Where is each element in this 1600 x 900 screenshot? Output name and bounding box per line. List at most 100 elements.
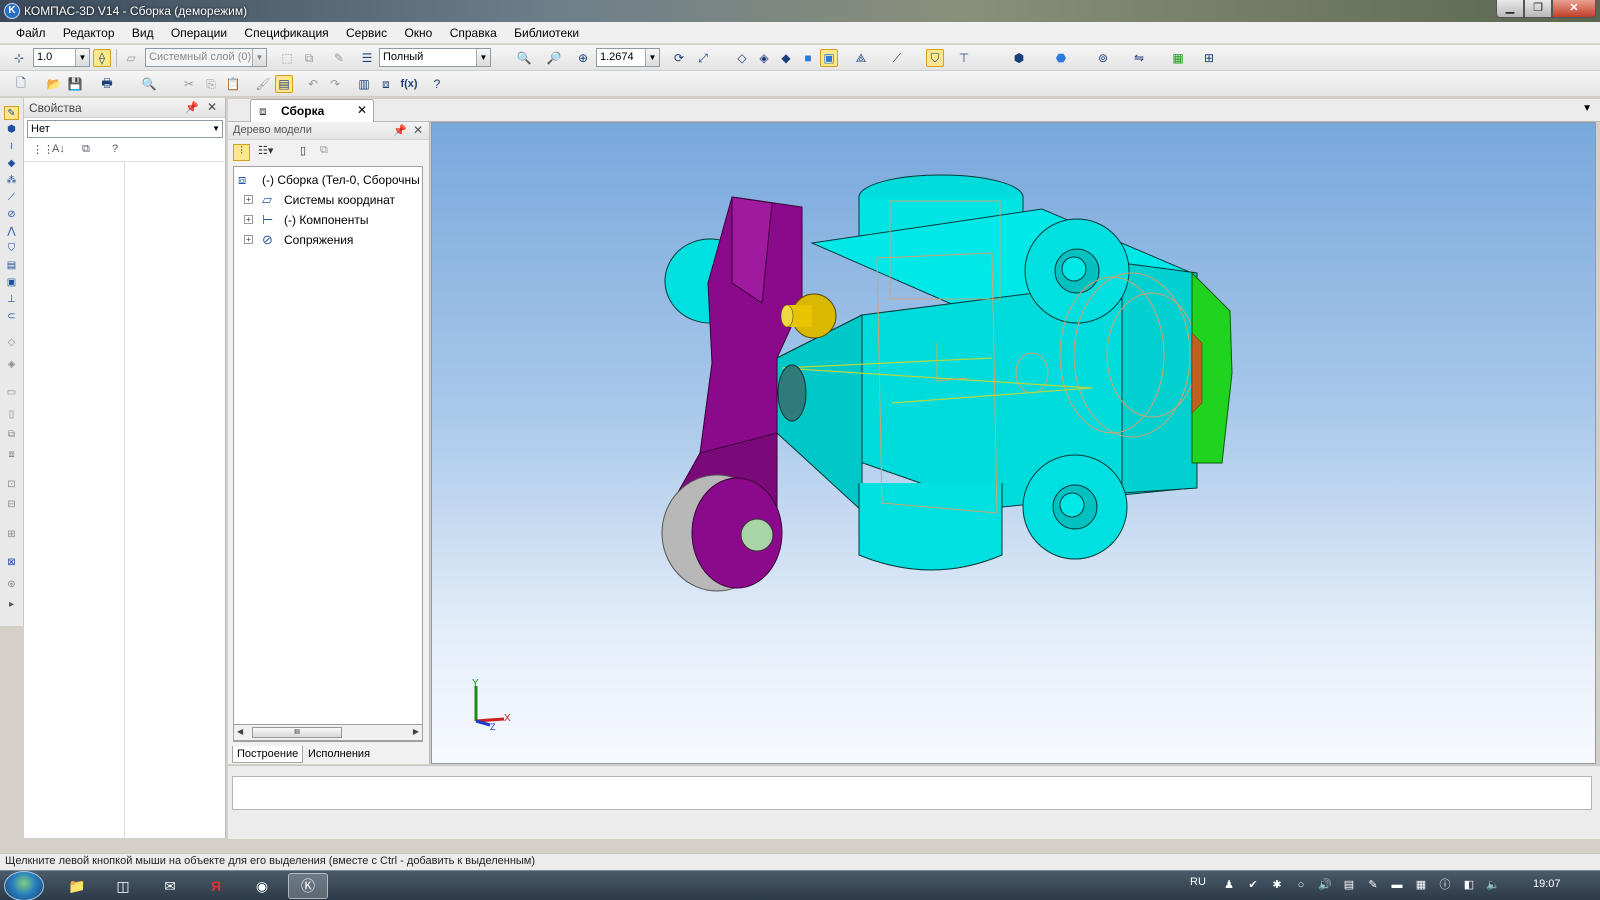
menu-window[interactable]: Окно — [396, 22, 438, 40]
copy-icon[interactable]: ⎘ — [202, 75, 220, 93]
expand-icon[interactable]: + — [244, 215, 253, 224]
tray-icon-8[interactable]: ◧ — [1462, 878, 1476, 892]
property-pages-icon[interactable]: ⧉ — [82, 143, 90, 156]
reports-icon[interactable]: ▣ — [4, 276, 19, 290]
zoom-all-icon[interactable]: 🔎 — [545, 49, 563, 67]
spatial-curves-icon[interactable]: ≀ — [4, 140, 19, 154]
close-button[interactable]: ✕ — [1552, 0, 1596, 18]
paste-icon[interactable]: 📋 — [224, 75, 242, 93]
filter-icon[interactable]: ⛉ — [926, 49, 944, 67]
tray-icon-7[interactable]: ▬ — [1390, 878, 1404, 892]
filters-icon[interactable]: ⛉ — [4, 242, 19, 256]
local-cs-icon[interactable]: ⊹ — [10, 49, 28, 67]
menu-help[interactable]: Справка — [442, 22, 503, 40]
tray-icon-5[interactable]: ▤ — [1342, 878, 1356, 892]
pipe-icon[interactable]: ⊂ — [4, 310, 19, 324]
shaded-icon[interactable]: ■ — [799, 49, 817, 67]
clock[interactable]: 19:07 — [1533, 878, 1561, 890]
tray-icon-3[interactable]: ✱ — [1270, 878, 1284, 892]
dimension-icon[interactable]: ⊞ — [1200, 49, 1218, 67]
tool-icon-a[interactable]: ◇ — [4, 336, 19, 350]
mate-icon[interactable]: ⊚ — [1094, 49, 1112, 67]
tray-icon-4[interactable]: ○ — [1294, 878, 1308, 892]
view-mode-combo[interactable]: Полный ▼ — [379, 48, 491, 67]
layer-icon[interactable]: ▱ — [122, 49, 140, 67]
start-button[interactable] — [4, 871, 44, 900]
close-icon[interactable]: ✕ — [357, 103, 367, 117]
shaded-edges-icon[interactable]: ▣ — [820, 49, 838, 67]
tool-icon-b[interactable]: ◈ — [4, 358, 19, 372]
tree-display-mode-icon[interactable]: ☷▾ — [258, 144, 273, 157]
tool-icon-c[interactable]: ▭ — [4, 386, 19, 400]
preview-icon[interactable]: 🔍 — [140, 75, 158, 93]
tool-icon-i[interactable]: ⊞ — [4, 528, 19, 542]
menu-editor[interactable]: Редактор — [55, 22, 121, 40]
help-icon[interactable]: ? — [112, 143, 118, 155]
yandex-taskbar-icon[interactable]: Я — [196, 873, 236, 899]
pencil-icon[interactable]: ✎ — [330, 49, 348, 67]
speaker-icon[interactable]: 🔈 — [1486, 878, 1500, 892]
tool-icon-d[interactable]: ▯ — [4, 408, 19, 422]
language-indicator[interactable]: RU — [1190, 876, 1206, 888]
firefox-taskbar-icon[interactable]: ◉ — [242, 873, 282, 899]
tree-node-coordinate-systems[interactable]: + ▱ Системы координат — [234, 191, 422, 209]
tool-icon-k[interactable]: ⊛ — [4, 578, 19, 592]
3d-viewport[interactable]: Y X Z — [431, 122, 1596, 764]
maximize-button[interactable]: ❐ — [1524, 0, 1552, 18]
redo-icon[interactable]: ↷ — [326, 75, 344, 93]
tool-icon-j[interactable]: ⊠ — [4, 556, 19, 570]
menu-operations[interactable]: Операции — [163, 22, 233, 40]
pin-icon[interactable]: 📌 — [393, 124, 407, 137]
document-tab-assembly[interactable]: ⧈ Сборка ✕ — [250, 99, 374, 122]
context-help-icon[interactable]: ? — [428, 75, 446, 93]
menu-file[interactable]: Файл — [0, 22, 52, 40]
perspective-icon[interactable]: ⟁ — [852, 49, 870, 67]
thin-lines-icon[interactable]: ◆ — [777, 49, 795, 67]
scroll-left-icon[interactable]: ◀ — [237, 727, 243, 736]
sort-alpha-icon[interactable]: A↓ — [52, 143, 65, 155]
network-icon[interactable]: ▦ — [1414, 878, 1428, 892]
properties-toggle-icon[interactable]: ▤ — [275, 75, 293, 93]
fragment-icon[interactable]: ⬚ — [278, 49, 296, 67]
refresh-icon[interactable]: ⧉ — [300, 49, 318, 67]
specification-icon[interactable]: ▤ — [4, 259, 19, 273]
menu-libraries[interactable]: Библиотеки — [506, 22, 585, 40]
tree-relations-icon[interactable]: ⧉ — [320, 144, 328, 157]
pin-icon[interactable]: 📌 — [185, 101, 199, 114]
explorer-taskbar-icon[interactable]: 📁 — [57, 873, 97, 899]
scroll-thumb[interactable]: III — [252, 727, 342, 738]
undo-icon[interactable]: ↶ — [304, 75, 322, 93]
wireframe-icon[interactable]: ◇ — [733, 49, 751, 67]
sort-categories-icon[interactable]: ⋮⋮ — [32, 143, 54, 156]
print-icon[interactable]: 🖶 — [98, 75, 116, 93]
horizontal-scrollbar[interactable]: ◀ III ▶ — [233, 724, 423, 741]
component-edit-icon[interactable]: ⬢ — [4, 123, 19, 137]
tree-by-structure-icon[interactable]: ⫶ — [233, 144, 250, 161]
tree-structure-icon[interactable]: ☰ — [358, 49, 376, 67]
orientation-icon[interactable]: ⤢ — [694, 49, 712, 67]
media-taskbar-icon[interactable]: ◫ — [103, 873, 143, 899]
minimize-button[interactable]: ▁ — [1496, 0, 1524, 18]
close-icon[interactable]: ✕ — [413, 123, 423, 137]
tab-list-chevron-icon[interactable]: ▼ — [1582, 103, 1592, 114]
rotate-icon[interactable]: ⟳ — [670, 49, 688, 67]
arrays-icon[interactable]: ⁂ — [4, 174, 19, 188]
tree-node-components[interactable]: + ⊢ (-) Компоненты — [234, 211, 422, 229]
format-painter-icon[interactable]: 🖌 — [254, 75, 272, 93]
variables-tree-icon[interactable]: ⧈ — [377, 75, 395, 93]
zoom-combo[interactable]: 1.2674 ▼ — [596, 48, 660, 67]
measure-panel-icon[interactable]: ⋀ — [4, 225, 19, 239]
tree-node-mates[interactable]: + ⊘ Сопряжения — [234, 231, 422, 249]
aux-geometry-icon[interactable]: ⟋ — [4, 191, 19, 205]
tray-icon-1[interactable]: ♟ — [1222, 878, 1236, 892]
close-icon[interactable]: ✕ — [207, 100, 217, 114]
tool-icon-h[interactable]: ⊟ — [4, 498, 19, 512]
save-icon[interactable]: 💾 — [66, 75, 84, 93]
tray-icon-2[interactable]: ✔ — [1246, 878, 1260, 892]
expand-icon[interactable]: + — [244, 235, 253, 244]
open-folder-icon[interactable]: 📂 — [45, 75, 63, 93]
edit-assembly-icon[interactable]: ✎ — [4, 106, 19, 120]
zoom-in-icon[interactable]: ⊕ — [574, 49, 592, 67]
scroll-right-icon[interactable]: ▶ — [413, 727, 419, 736]
new-document-icon[interactable]: 🗋 — [12, 75, 30, 93]
